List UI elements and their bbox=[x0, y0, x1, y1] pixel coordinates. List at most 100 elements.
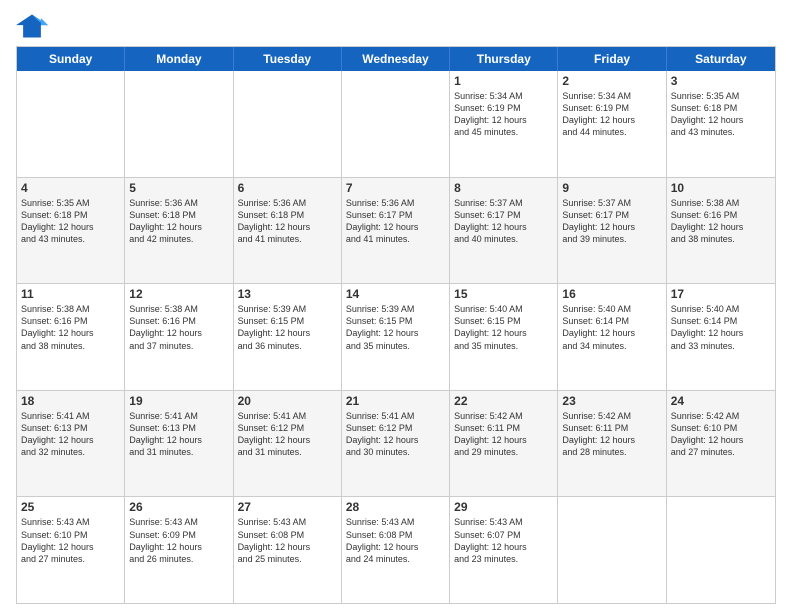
cell-date: 21 bbox=[346, 394, 445, 408]
cell-date: 11 bbox=[21, 287, 120, 301]
calendar-cell: 9 Sunrise: 5:37 AM Sunset: 6:17 PM Daylig… bbox=[558, 178, 666, 284]
calendar-cell bbox=[558, 497, 666, 603]
calendar-cell: 7Sunrise: 5:36 AM Sunset: 6:17 PM Daylig… bbox=[342, 178, 450, 284]
day-header-sunday: Sunday bbox=[17, 47, 125, 71]
cell-date: 4 bbox=[21, 181, 120, 195]
day-headers: SundayMondayTuesdayWednesdayThursdayFrid… bbox=[17, 47, 775, 71]
calendar-week-3: 18 Sunrise: 5:41 AM Sunset: 6:13 PM Dayli… bbox=[17, 390, 775, 497]
cell-info: Sunrise: 5:40 AM Sunset: 6:14 PM Dayligh… bbox=[562, 303, 661, 352]
cell-date: 5 bbox=[129, 181, 228, 195]
header bbox=[16, 12, 776, 40]
calendar-week-1: 4 Sunrise: 5:35 AM Sunset: 6:18 PM Daylig… bbox=[17, 177, 775, 284]
calendar-cell: 16 Sunrise: 5:40 AM Sunset: 6:14 PM Dayli… bbox=[558, 284, 666, 390]
calendar-cell: 23 Sunrise: 5:42 AM Sunset: 6:11 PM Dayli… bbox=[558, 391, 666, 497]
cell-info: Sunrise: 5:37 AM Sunset: 6:17 PM Dayligh… bbox=[562, 197, 661, 246]
calendar-cell: 19 Sunrise: 5:41 AM Sunset: 6:13 PM Dayli… bbox=[125, 391, 233, 497]
cell-info: Sunrise: 5:43 AM Sunset: 6:09 PM Dayligh… bbox=[129, 516, 228, 565]
calendar-cell: 20 Sunrise: 5:41 AM Sunset: 6:12 PM Dayli… bbox=[234, 391, 342, 497]
calendar-week-4: 25 Sunrise: 5:43 AM Sunset: 6:10 PM Dayli… bbox=[17, 496, 775, 603]
cell-info: Sunrise: 5:41 AM Sunset: 6:13 PM Dayligh… bbox=[129, 410, 228, 459]
cell-info: Sunrise: 5:43 AM Sunset: 6:08 PM Dayligh… bbox=[346, 516, 445, 565]
cell-date: 1 bbox=[454, 74, 553, 88]
cell-info: Sunrise: 5:36 AM Sunset: 6:18 PM Dayligh… bbox=[238, 197, 337, 246]
calendar: SundayMondayTuesdayWednesdayThursdayFrid… bbox=[16, 46, 776, 604]
calendar-cell: 13 Sunrise: 5:39 AM Sunset: 6:15 PM Dayli… bbox=[234, 284, 342, 390]
calendar-cell: 26 Sunrise: 5:43 AM Sunset: 6:09 PM Dayli… bbox=[125, 497, 233, 603]
calendar-cell: 5 Sunrise: 5:36 AM Sunset: 6:18 PM Daylig… bbox=[125, 178, 233, 284]
cell-date: 26 bbox=[129, 500, 228, 514]
cell-info: Sunrise: 5:34 AM Sunset: 6:19 PM Dayligh… bbox=[454, 90, 553, 139]
cell-info: Sunrise: 5:39 AM Sunset: 6:15 PM Dayligh… bbox=[346, 303, 445, 352]
cell-info: Sunrise: 5:38 AM Sunset: 6:16 PM Dayligh… bbox=[129, 303, 228, 352]
cell-info: Sunrise: 5:41 AM Sunset: 6:12 PM Dayligh… bbox=[346, 410, 445, 459]
cell-date: 27 bbox=[238, 500, 337, 514]
calendar-cell bbox=[125, 71, 233, 177]
cell-date: 16 bbox=[562, 287, 661, 301]
cell-info: Sunrise: 5:36 AM Sunset: 6:18 PM Dayligh… bbox=[129, 197, 228, 246]
calendar-cell: 15 Sunrise: 5:40 AM Sunset: 6:15 PM Dayli… bbox=[450, 284, 558, 390]
calendar-cell: 21 Sunrise: 5:41 AM Sunset: 6:12 PM Dayli… bbox=[342, 391, 450, 497]
cell-info: Sunrise: 5:40 AM Sunset: 6:14 PM Dayligh… bbox=[671, 303, 771, 352]
cell-info: Sunrise: 5:42 AM Sunset: 6:10 PM Dayligh… bbox=[671, 410, 771, 459]
cell-date: 12 bbox=[129, 287, 228, 301]
cell-info: Sunrise: 5:40 AM Sunset: 6:15 PM Dayligh… bbox=[454, 303, 553, 352]
day-header-saturday: Saturday bbox=[667, 47, 775, 71]
cell-date: 25 bbox=[21, 500, 120, 514]
calendar-cell bbox=[667, 497, 775, 603]
cell-date: 29 bbox=[454, 500, 553, 514]
cell-info: Sunrise: 5:39 AM Sunset: 6:15 PM Dayligh… bbox=[238, 303, 337, 352]
cell-info: Sunrise: 5:41 AM Sunset: 6:13 PM Dayligh… bbox=[21, 410, 120, 459]
calendar-cell: 29Sunrise: 5:43 AM Sunset: 6:07 PM Dayli… bbox=[450, 497, 558, 603]
cell-date: 20 bbox=[238, 394, 337, 408]
calendar-cell: 22Sunrise: 5:42 AM Sunset: 6:11 PM Dayli… bbox=[450, 391, 558, 497]
cell-info: Sunrise: 5:38 AM Sunset: 6:16 PM Dayligh… bbox=[671, 197, 771, 246]
calendar-cell: 25 Sunrise: 5:43 AM Sunset: 6:10 PM Dayli… bbox=[17, 497, 125, 603]
day-header-wednesday: Wednesday bbox=[342, 47, 450, 71]
cell-info: Sunrise: 5:38 AM Sunset: 6:16 PM Dayligh… bbox=[21, 303, 120, 352]
calendar-cell: 27Sunrise: 5:43 AM Sunset: 6:08 PM Dayli… bbox=[234, 497, 342, 603]
cell-date: 3 bbox=[671, 74, 771, 88]
cell-date: 15 bbox=[454, 287, 553, 301]
calendar-cell: 18 Sunrise: 5:41 AM Sunset: 6:13 PM Dayli… bbox=[17, 391, 125, 497]
cell-info: Sunrise: 5:35 AM Sunset: 6:18 PM Dayligh… bbox=[21, 197, 120, 246]
cell-date: 18 bbox=[21, 394, 120, 408]
calendar-cell: 3Sunrise: 5:35 AM Sunset: 6:18 PM Daylig… bbox=[667, 71, 775, 177]
calendar-cell: 17Sunrise: 5:40 AM Sunset: 6:14 PM Dayli… bbox=[667, 284, 775, 390]
logo bbox=[16, 12, 52, 40]
cell-info: Sunrise: 5:36 AM Sunset: 6:17 PM Dayligh… bbox=[346, 197, 445, 246]
cell-info: Sunrise: 5:42 AM Sunset: 6:11 PM Dayligh… bbox=[562, 410, 661, 459]
calendar-cell: 12 Sunrise: 5:38 AM Sunset: 6:16 PM Dayli… bbox=[125, 284, 233, 390]
cell-date: 10 bbox=[671, 181, 771, 195]
cell-date: 19 bbox=[129, 394, 228, 408]
cell-date: 14 bbox=[346, 287, 445, 301]
calendar-body: 1 Sunrise: 5:34 AM Sunset: 6:19 PM Daylig… bbox=[17, 71, 775, 603]
day-header-tuesday: Tuesday bbox=[234, 47, 342, 71]
cell-date: 13 bbox=[238, 287, 337, 301]
cell-date: 24 bbox=[671, 394, 771, 408]
calendar-cell: 10 Sunrise: 5:38 AM Sunset: 6:16 PM Dayli… bbox=[667, 178, 775, 284]
cell-date: 8 bbox=[454, 181, 553, 195]
cell-date: 23 bbox=[562, 394, 661, 408]
cell-date: 9 bbox=[562, 181, 661, 195]
cell-date: 2 bbox=[562, 74, 661, 88]
calendar-cell: 11 Sunrise: 5:38 AM Sunset: 6:16 PM Dayli… bbox=[17, 284, 125, 390]
calendar-cell: 24 Sunrise: 5:42 AM Sunset: 6:10 PM Dayli… bbox=[667, 391, 775, 497]
calendar-cell bbox=[17, 71, 125, 177]
day-header-monday: Monday bbox=[125, 47, 233, 71]
cell-info: Sunrise: 5:34 AM Sunset: 6:19 PM Dayligh… bbox=[562, 90, 661, 139]
day-header-friday: Friday bbox=[558, 47, 666, 71]
cell-info: Sunrise: 5:37 AM Sunset: 6:17 PM Dayligh… bbox=[454, 197, 553, 246]
calendar-cell bbox=[234, 71, 342, 177]
day-header-thursday: Thursday bbox=[450, 47, 558, 71]
cell-date: 28 bbox=[346, 500, 445, 514]
calendar-page: SundayMondayTuesdayWednesdayThursdayFrid… bbox=[0, 0, 792, 612]
calendar-cell: 2 Sunrise: 5:34 AM Sunset: 6:19 PM Daylig… bbox=[558, 71, 666, 177]
calendar-cell: 1 Sunrise: 5:34 AM Sunset: 6:19 PM Daylig… bbox=[450, 71, 558, 177]
calendar-week-2: 11 Sunrise: 5:38 AM Sunset: 6:16 PM Dayli… bbox=[17, 283, 775, 390]
cell-info: Sunrise: 5:43 AM Sunset: 6:10 PM Dayligh… bbox=[21, 516, 120, 565]
logo-icon bbox=[16, 12, 48, 40]
cell-info: Sunrise: 5:42 AM Sunset: 6:11 PM Dayligh… bbox=[454, 410, 553, 459]
calendar-cell: 14 Sunrise: 5:39 AM Sunset: 6:15 PM Dayli… bbox=[342, 284, 450, 390]
calendar-cell: 4 Sunrise: 5:35 AM Sunset: 6:18 PM Daylig… bbox=[17, 178, 125, 284]
cell-info: Sunrise: 5:41 AM Sunset: 6:12 PM Dayligh… bbox=[238, 410, 337, 459]
